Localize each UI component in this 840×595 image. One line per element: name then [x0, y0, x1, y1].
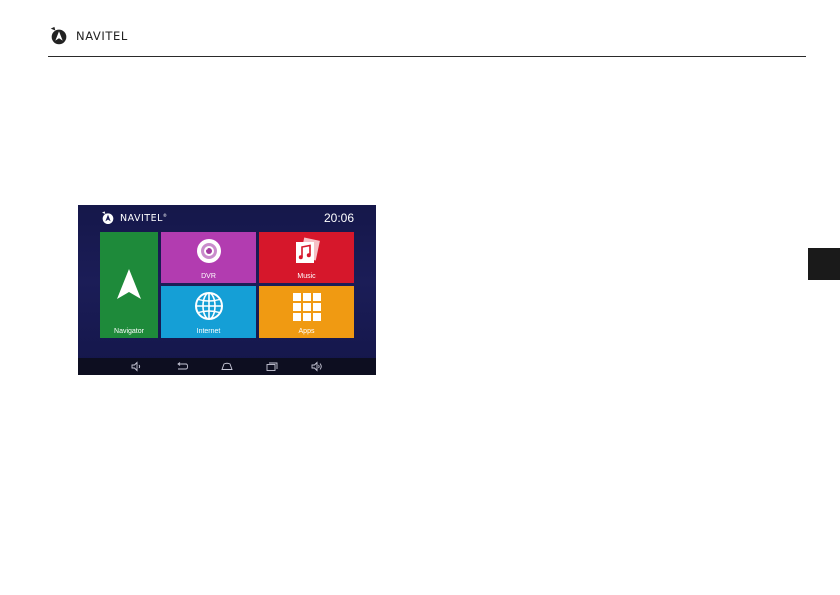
tile-apps-label: Apps [298, 328, 315, 335]
recent-apps-icon[interactable] [266, 361, 278, 372]
system-nav-bar [78, 358, 376, 375]
volume-up-icon[interactable] [311, 361, 323, 372]
back-icon[interactable] [176, 361, 188, 372]
tile-apps[interactable]: Apps [259, 286, 354, 338]
header-divider [48, 56, 806, 57]
side-tab [808, 248, 840, 280]
navitel-logo-icon [102, 211, 114, 224]
page-header: NAVITEL [48, 24, 128, 48]
screen-brand: NAVITEL® [120, 213, 168, 224]
tile-internet[interactable]: Internet [161, 286, 256, 338]
clock: 20:06 [323, 211, 354, 225]
tile-navigator-label: Navigator [114, 328, 144, 335]
navitel-logo-icon [50, 26, 67, 45]
tile-music[interactable]: Music [259, 232, 354, 283]
tile-internet-label: Internet [196, 328, 221, 335]
music-note-icon [295, 237, 320, 263]
camera-lens-icon [196, 239, 221, 263]
tile-dvr[interactable]: DVR [161, 232, 256, 283]
tile-dvr-label: DVR [201, 273, 216, 280]
app-grid-icon [292, 293, 321, 321]
brand-name: NAVITEL [76, 29, 128, 43]
tile-navigator[interactable]: Navigator [100, 232, 158, 338]
device-screen: NAVITEL® 20:06 Navigator DVR Music Inter… [78, 205, 376, 375]
navigation-arrow-icon [117, 269, 141, 299]
volume-down-icon[interactable] [131, 361, 143, 372]
screen-header: NAVITEL® 20:06 [78, 205, 376, 232]
home-icon[interactable] [221, 361, 233, 372]
tile-music-label: Music [297, 273, 316, 280]
globe-icon [194, 292, 223, 320]
